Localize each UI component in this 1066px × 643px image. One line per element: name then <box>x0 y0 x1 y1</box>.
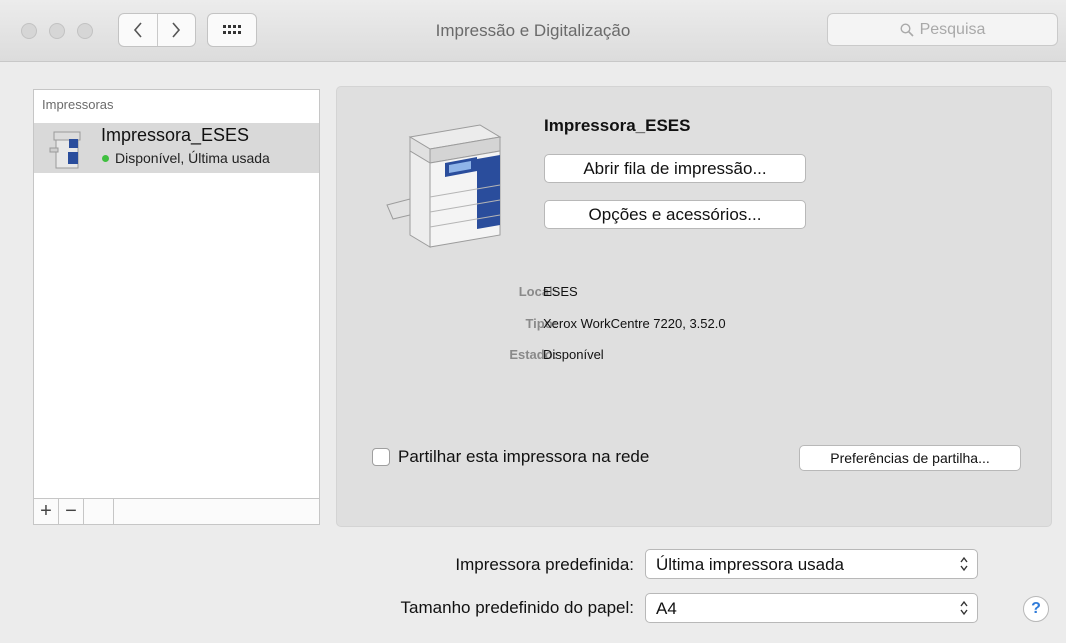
printer-icon <box>49 131 81 169</box>
default-paper-size-popup[interactable]: A4 <box>645 593 978 623</box>
options-supplies-button[interactable]: Opções e acessórios... <box>544 200 806 229</box>
share-printer-label: Partilhar esta impressora na rede <box>398 447 650 466</box>
printer-status-text: Disponível, Última usada <box>115 150 270 166</box>
default-paper-size-value: A4 <box>656 599 677 618</box>
local-label: Local: <box>518 284 557 299</box>
printer-list-item[interactable]: Impressora_ESES Disponível, Última usada <box>34 123 319 173</box>
default-paper-size-label: Tamanho predefinido do papel: <box>400 598 634 617</box>
search-field[interactable]: Pesquisa <box>827 13 1058 46</box>
printer-title: Impressora_ESES <box>544 116 691 135</box>
type-value: Xerox WorkCentre 7220, 3.52.0 <box>543 316 726 331</box>
share-printer-checkbox[interactable] <box>372 448 390 466</box>
status-value: Disponível <box>543 347 604 362</box>
add-printer-button[interactable]: + <box>34 499 59 524</box>
printer-detail-panel: Impressora_ESES Abrir fila de impressão.… <box>336 86 1052 527</box>
share-printer-option[interactable]: Partilhar esta impressora na rede <box>372 447 649 467</box>
printer-status: Disponível, Última usada <box>102 150 270 166</box>
list-toolbar: + − <box>34 498 319 524</box>
help-button[interactable]: ? <box>1023 596 1049 622</box>
search-icon <box>900 22 914 37</box>
default-printer-value: Última impressora usada <box>656 555 845 574</box>
remove-printer-button[interactable]: − <box>59 499 84 524</box>
title-bar: Impressão e Digitalização Pesquisa <box>0 0 1066 62</box>
printer-list: Impressoras Impressora_ESES Disponível, … <box>33 89 320 525</box>
search-placeholder: Pesquisa <box>919 20 986 38</box>
printer-icon <box>386 124 502 248</box>
updown-arrows-icon <box>960 556 968 572</box>
type-label: Tipo: <box>525 316 557 331</box>
updown-arrows-icon <box>960 600 968 616</box>
open-print-queue-button[interactable]: Abrir fila de impressão... <box>544 154 806 183</box>
status-dot-icon <box>102 154 109 162</box>
default-printer-popup[interactable]: Última impressora usada <box>645 549 978 579</box>
printer-name: Impressora_ESES <box>101 125 250 145</box>
toolbar-spacer <box>84 499 114 524</box>
status-label: Estado: <box>509 347 557 362</box>
local-value: ESES <box>543 284 578 299</box>
default-printer-label: Impressora predefinida: <box>455 555 634 574</box>
sharing-preferences-button[interactable]: Preferências de partilha... <box>799 445 1021 471</box>
printer-list-header: Impressoras <box>42 97 114 112</box>
